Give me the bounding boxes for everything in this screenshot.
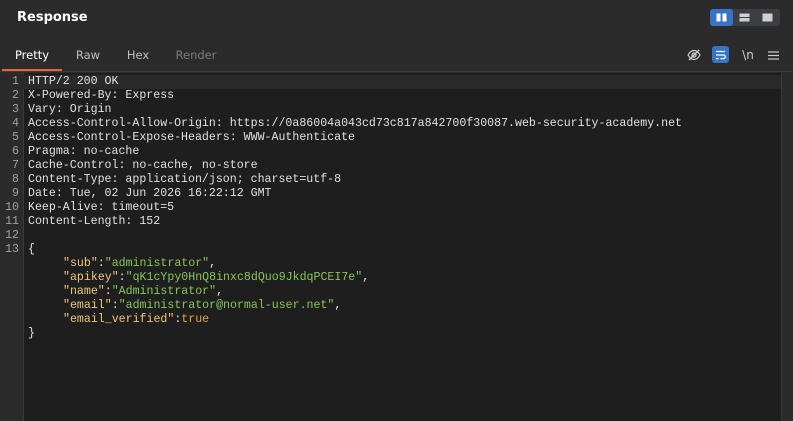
code-line: 4 Access-Control-Allow-Origin: https://0a… [0, 117, 781, 131]
code-line: 6 Pragma: no-cache [0, 145, 781, 159]
word-wrap-icon [716, 50, 726, 59]
code-line: 7 Cache-Control: no-cache, no-store [0, 159, 781, 173]
json-comma: , [362, 271, 370, 284]
json-value: "Administrator" [111, 285, 217, 298]
code-line: 12 [0, 229, 781, 243]
line-number: 10 [5, 201, 19, 214]
single-pane-icon [762, 13, 773, 22]
show-newlines-button[interactable]: \n [740, 46, 756, 64]
layout-rows-button[interactable] [733, 9, 756, 26]
hamburger-menu-icon [767, 50, 779, 60]
json-key: "name" [63, 285, 105, 298]
line-number: 9 [12, 187, 19, 200]
response-header-line: Keep-Alive: timeout=5 [28, 201, 175, 214]
response-header-line: Cache-Control: no-cache, no-store [28, 159, 258, 172]
response-header-line: HTTP/2 200 OK [28, 75, 119, 88]
code-line: } [0, 327, 781, 341]
line-number: 11 [5, 215, 19, 228]
vertical-scrollbar[interactable] [781, 73, 793, 421]
response-header-line: Access-Control-Allow-Origin: https://0a8… [28, 117, 682, 130]
tab-render[interactable]: Render [170, 40, 222, 70]
columns-icon [716, 13, 727, 22]
line-number: 13 [5, 243, 19, 256]
code-line: "email":"administrator@normal-user.net", [0, 299, 781, 313]
rows-icon [739, 13, 750, 22]
layout-toggle-group [710, 9, 780, 26]
response-header-line: Date: Tue, 02 Jun 2026 16:22:12 GMT [28, 187, 272, 200]
line-number: 8 [12, 173, 19, 186]
line-number: 7 [12, 159, 19, 172]
json-comma: , [209, 257, 217, 270]
line-number: 6 [12, 145, 19, 158]
tab-hex[interactable]: Hex [118, 40, 158, 70]
line-number: 3 [12, 103, 19, 116]
panel-title: Response [17, 10, 88, 25]
code-line: "name":"Administrator", [0, 285, 781, 299]
response-header-line: Access-Control-Expose-Headers: WWW-Authe… [28, 131, 355, 144]
line-number: 12 [5, 229, 19, 242]
response-header-line: Content-Length: 152 [28, 215, 161, 228]
json-close-brace: } [28, 327, 35, 340]
json-property: "email":"administrator@normal-user.net", [63, 299, 342, 312]
json-value: true [181, 313, 210, 326]
json-value: "administrator@normal-user.net" [118, 299, 335, 312]
json-comma: , [216, 285, 224, 298]
json-value: "qK1cYpy0HnQ8inxc8dQuo9JkdqPCEI7e" [125, 271, 363, 284]
line-number: 4 [12, 117, 19, 130]
word-wrap-button[interactable] [712, 46, 729, 63]
code-line: 2 X-Powered-By: Express [0, 89, 781, 103]
code-line: 9 Date: Tue, 02 Jun 2026 16:22:12 GMT [0, 187, 781, 201]
json-key: "apikey" [63, 271, 119, 284]
json-property: "email_verified":true [63, 313, 210, 326]
json-property: "apikey":"qK1cYpy0HnQ8inxc8dQuo9JkdqPCEI… [63, 271, 370, 284]
code-line: "email_verified":true [0, 313, 781, 327]
code-line: 1 HTTP/2 200 OK [0, 75, 781, 89]
json-property: "sub":"administrator", [63, 257, 217, 270]
tabs-divider [0, 71, 793, 72]
hide-nonprintable-button[interactable] [686, 46, 702, 64]
code-line: 3 Vary: Origin [0, 103, 781, 117]
json-key: "email_verified" [63, 313, 175, 326]
code-line: "sub":"administrator", [0, 257, 781, 271]
json-key: "email" [63, 299, 112, 312]
line-number: 2 [12, 89, 19, 102]
response-header-line: Pragma: no-cache [28, 145, 140, 158]
code-line: 10 Keep-Alive: timeout=5 [0, 201, 781, 215]
tab-pretty[interactable]: Pretty [2, 40, 62, 70]
eye-slash-icon [687, 49, 701, 61]
response-header-line: X-Powered-By: Express [28, 89, 175, 102]
json-open-brace: { [28, 243, 35, 256]
line-number: 5 [12, 131, 19, 144]
layout-single-button[interactable] [756, 9, 779, 26]
json-comma: , [334, 299, 342, 312]
code-line: "apikey":"qK1cYpy0HnQ8inxc8dQuo9JkdqPCEI… [0, 271, 781, 285]
json-value: "administrator" [104, 257, 210, 270]
line-number: 1 [12, 75, 19, 88]
json-key: "sub" [63, 257, 98, 270]
code-line: 13 { [0, 243, 781, 257]
code-line: 5 Access-Control-Expose-Headers: WWW-Auth… [0, 131, 781, 145]
editor-menu-button[interactable] [765, 46, 781, 64]
response-panel-header: Response [0, 0, 793, 36]
tab-raw[interactable]: Raw [66, 40, 110, 70]
response-header-line: Content-Type: application/json; charset=… [28, 173, 342, 186]
code-line: 8 Content-Type: application/json; charset… [0, 173, 781, 187]
layout-columns-button[interactable] [710, 9, 733, 26]
response-header-line: Vary: Origin [28, 103, 112, 116]
code-line: 11 Content-Length: 152 [0, 215, 781, 229]
response-editor[interactable]: 1 HTTP/2 200 OK 2 X-Powered-By: Express 3 Var… [0, 73, 781, 421]
json-property: "name":"Administrator", [63, 285, 224, 298]
view-tabs: Pretty Raw Hex Render [0, 40, 793, 72]
